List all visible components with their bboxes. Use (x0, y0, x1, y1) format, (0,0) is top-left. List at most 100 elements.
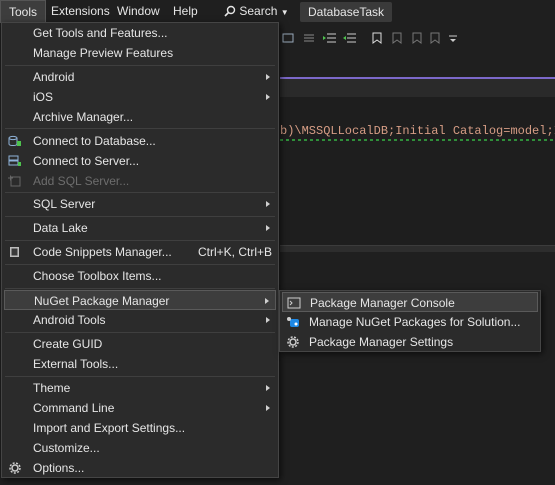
menu-separator (5, 65, 275, 66)
menu-item-connect-database[interactable]: Connect to Database... (4, 131, 276, 151)
menu-item-options[interactable]: Options... (4, 458, 276, 478)
menu-item-manage-preview[interactable]: Manage Preview Features (4, 43, 276, 63)
menu-item-label: Get Tools and Features... (33, 26, 168, 40)
panel-splitter[interactable] (280, 245, 555, 252)
lower-panel (280, 252, 555, 485)
bookmark-clear-icon[interactable] (428, 32, 442, 44)
submenu-item-label: Package Manager Console (310, 296, 455, 310)
menu-item-label: Code Snippets Manager... (33, 245, 172, 259)
menu-item-label: Connect to Server... (33, 154, 140, 168)
submenu-arrow-icon (266, 317, 270, 323)
search-label: Search (239, 4, 278, 18)
menu-extensions[interactable]: Extensions (43, 0, 118, 23)
menu-help[interactable]: Help (165, 0, 206, 23)
menu-item-customize[interactable]: Customize... (4, 438, 276, 458)
submenu-arrow-icon (266, 94, 270, 100)
bookmark-icon[interactable] (370, 32, 384, 44)
menu-item-label: External Tools... (33, 357, 119, 371)
database-connect-icon (8, 135, 21, 146)
menu-item-label: Customize... (33, 441, 100, 455)
submenu-item-package-manager-settings[interactable]: Package Manager Settings (282, 332, 538, 352)
gear-icon (9, 462, 21, 474)
submenu-arrow-icon (266, 225, 270, 231)
menu-item-label: Connect to Database... (33, 134, 156, 148)
code-snippets-icon (10, 247, 19, 257)
menu-item-theme[interactable]: Theme (4, 378, 276, 398)
solution-name-badge[interactable]: DatabaseTask (300, 2, 393, 22)
toolbar-overflow-icon[interactable] (446, 32, 460, 44)
menu-item-label: Android (33, 70, 75, 84)
submenu-item-label: Package Manager Settings (309, 335, 454, 349)
menu-window[interactable]: Window (109, 0, 168, 23)
bookmark-next-icon[interactable] (410, 32, 424, 44)
toolbar-icon-1[interactable] (282, 32, 296, 44)
menu-separator (5, 332, 275, 333)
menu-separator (5, 288, 275, 289)
menu-item-sql-server[interactable]: SQL Server (4, 194, 276, 214)
menu-item-android[interactable]: Android (4, 67, 276, 87)
menu-item-shortcut: Ctrl+K, Ctrl+B (198, 245, 273, 259)
menu-item-nuget-package-manager[interactable]: NuGet Package Manager (4, 290, 276, 310)
menu-item-android-tools[interactable]: Android Tools (4, 310, 276, 330)
menu-item-connect-server[interactable]: Connect to Server... (4, 151, 276, 171)
server-connect-icon (8, 155, 21, 166)
menu-item-label: Add SQL Server... (33, 174, 130, 188)
menu-item-label: SQL Server (33, 197, 96, 211)
tools-menu: Get Tools and Features... Manage Preview… (1, 22, 279, 478)
toolbar-icon-2[interactable] (302, 32, 316, 44)
menu-item-label: Create GUID (33, 337, 103, 351)
menu-item-label: Archive Manager... (33, 110, 134, 124)
menu-item-label: Import and Export Settings... (33, 421, 186, 435)
menu-separator (5, 216, 275, 217)
menu-item-label: Choose Toolbox Items... (33, 269, 162, 283)
indent-icon[interactable] (323, 32, 337, 44)
bookmark-prev-icon[interactable] (390, 32, 404, 44)
menu-item-external-tools[interactable]: External Tools... (4, 354, 276, 374)
menu-item-choose-toolbox[interactable]: Choose Toolbox Items... (4, 266, 276, 286)
menu-item-label: Manage Preview Features (33, 46, 174, 60)
menu-item-command-line[interactable]: Command Line (4, 398, 276, 418)
menu-item-add-sql-server: Add SQL Server... (4, 171, 276, 191)
search-box[interactable]: Search ▼ (218, 0, 295, 23)
menu-separator (5, 264, 275, 265)
gear-icon (287, 336, 299, 348)
menu-item-archive-manager[interactable]: Archive Manager... (4, 107, 276, 127)
submenu-arrow-icon (266, 385, 270, 391)
menu-separator (5, 376, 275, 377)
menu-separator (5, 192, 275, 193)
menu-item-import-export-settings[interactable]: Import and Export Settings... (4, 418, 276, 438)
menu-separator (5, 128, 275, 129)
chevron-down-icon: ▼ (280, 8, 289, 17)
menu-item-label: iOS (33, 90, 54, 104)
search-icon (224, 5, 236, 17)
menu-item-label: Data Lake (33, 221, 88, 235)
menu-item-ios[interactable]: iOS (4, 87, 276, 107)
menu-bar: Tools Extensions Window Help Search ▼ Da… (0, 0, 555, 23)
submenu-item-manage-nuget-packages[interactable]: Manage NuGet Packages for Solution... (282, 312, 538, 332)
connection-string-text: b)\MSSQLLocalDB;Initial Catalog=model;In… (280, 124, 555, 138)
submenu-item-package-manager-console[interactable]: Package Manager Console (282, 292, 538, 312)
menu-tools[interactable]: Tools (0, 0, 47, 23)
add-server-icon (8, 175, 21, 187)
menu-item-label: NuGet Package Manager (34, 294, 170, 308)
menu-item-code-snippets[interactable]: Code Snippets Manager... Ctrl+K, Ctrl+B (4, 242, 276, 262)
menu-item-data-lake[interactable]: Data Lake (4, 218, 276, 238)
menu-item-label: Android Tools (33, 313, 106, 327)
console-icon (287, 297, 301, 309)
menu-item-label: Options... (33, 461, 85, 475)
menu-item-label: Theme (33, 381, 71, 395)
submenu-arrow-icon (266, 405, 270, 411)
menu-item-label: Command Line (33, 401, 115, 415)
menu-item-create-guid[interactable]: Create GUID (4, 334, 276, 354)
code-editor[interactable] (280, 97, 555, 245)
nuget-submenu: Package Manager Console Manage NuGet Pac… (279, 290, 541, 352)
submenu-arrow-icon (266, 74, 270, 80)
menu-separator (5, 240, 275, 241)
menu-item-get-tools[interactable]: Get Tools and Features... (4, 23, 276, 43)
warning-squiggle (280, 139, 555, 141)
document-tab-strip (280, 79, 555, 97)
submenu-arrow-icon (265, 298, 269, 304)
submenu-item-label: Manage NuGet Packages for Solution... (309, 315, 521, 329)
outdent-icon[interactable] (343, 32, 357, 44)
submenu-arrow-icon (266, 201, 270, 207)
